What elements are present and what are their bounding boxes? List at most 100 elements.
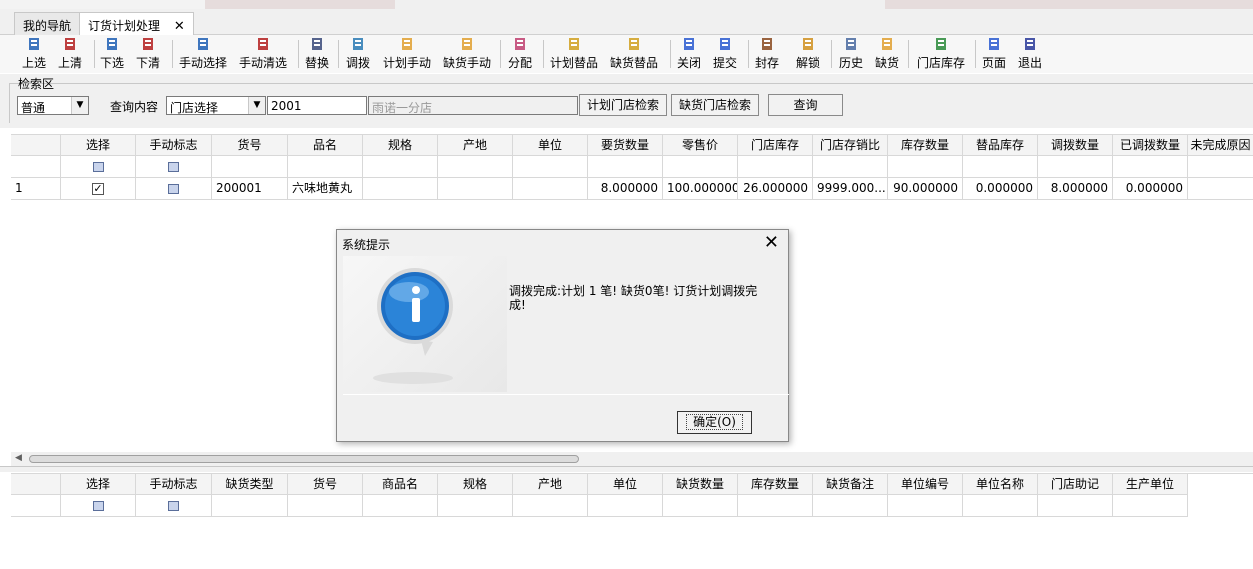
table-cell[interactable] xyxy=(136,178,212,200)
search-mode-value: 普通 xyxy=(21,101,46,115)
filter-row-cell xyxy=(11,495,61,517)
toolbar-button-0[interactable]: 上选 xyxy=(22,37,46,71)
column-header[interactable]: 缺货数量 xyxy=(663,474,738,495)
toolbar-button-4[interactable]: 手动选择 xyxy=(178,37,228,71)
column-header[interactable]: 已调拨数量 xyxy=(1113,135,1188,156)
toolbar-button-6[interactable]: 替换 xyxy=(305,37,329,71)
store-icon xyxy=(934,37,948,51)
list-clear-icon xyxy=(63,37,77,51)
toolbar-button-10[interactable]: 分配 xyxy=(507,37,533,71)
toolbar-button-1[interactable]: 上清 xyxy=(58,37,82,71)
toolbar-button-2[interactable]: 下选 xyxy=(100,37,124,71)
filter-row-cell[interactable] xyxy=(136,156,212,178)
column-header[interactable]: 货号 xyxy=(212,135,288,156)
column-header[interactable]: 缺货备注 xyxy=(813,474,888,495)
top-strip xyxy=(0,0,1253,9)
column-header[interactable]: 商品名 xyxy=(363,474,438,495)
column-header[interactable]: 单位编号 xyxy=(888,474,963,495)
toolbar-button-label: 历史 xyxy=(838,56,863,70)
query-button[interactable]: 查询 xyxy=(768,94,843,116)
column-header[interactable]: 门店助记 xyxy=(1038,474,1113,495)
toolbar-button-21[interactable]: 退出 xyxy=(1018,37,1042,71)
shortage-store-search-button[interactable]: 缺货门店检索 xyxy=(671,94,759,116)
toolbar-button-15[interactable]: 封存 xyxy=(754,37,780,71)
column-header[interactable]: 门店库存 xyxy=(738,135,813,156)
toolbar-button-19[interactable]: 门店库存 xyxy=(916,37,966,71)
column-header[interactable]: 库存数量 xyxy=(888,135,963,156)
toolbar-button-11[interactable]: 计划替品 xyxy=(549,37,599,71)
toolbar-button-9[interactable]: 缺货手动 xyxy=(442,37,492,71)
scrollbar-thumb[interactable] xyxy=(29,455,579,463)
toolbar-button-13[interactable]: 关闭 xyxy=(676,37,702,71)
scroll-left-icon[interactable]: ◀ xyxy=(15,453,22,463)
column-header[interactable]: 缺货类型 xyxy=(212,474,288,495)
list-clear-icon xyxy=(256,37,270,51)
filter-row-cell xyxy=(513,495,588,517)
column-header[interactable]: 单位 xyxy=(513,135,588,156)
dialog-close-icon[interactable]: ✕ xyxy=(764,232,779,253)
toolbar-button-17[interactable]: 历史 xyxy=(838,37,864,71)
column-header[interactable]: 要货数量 xyxy=(588,135,663,156)
column-header[interactable]: 单位 xyxy=(588,474,663,495)
filter-row-cell[interactable] xyxy=(61,495,136,517)
column-header[interactable]: 选择 xyxy=(61,474,136,495)
filter-checkbox-icon[interactable] xyxy=(92,500,104,511)
filter-checkbox-icon[interactable] xyxy=(92,161,104,172)
column-header[interactable]: 未完成原因 xyxy=(1188,135,1253,156)
column-header[interactable]: 替品库存 xyxy=(963,135,1038,156)
table-cell: 8.000000 xyxy=(588,178,663,200)
toolbar-button-16[interactable]: 解锁 xyxy=(795,37,821,71)
store-select[interactable]: 门店选择 ▼ xyxy=(166,96,266,115)
filter-row-cell xyxy=(1038,156,1113,178)
tab-order-plan[interactable]: 订货计划处理 ✕ xyxy=(79,12,194,36)
filter-row-cell[interactable] xyxy=(136,495,212,517)
filter-row-cell xyxy=(813,495,888,517)
toolbar-button-8[interactable]: 计划手动 xyxy=(382,37,432,71)
column-header[interactable]: 产地 xyxy=(438,135,513,156)
toolbar-button-3[interactable]: 下清 xyxy=(136,37,160,71)
filter-row-cell xyxy=(588,156,663,178)
store-code-input[interactable]: 2001 xyxy=(267,96,367,115)
column-header[interactable]: 零售价 xyxy=(663,135,738,156)
column-header[interactable]: 库存数量 xyxy=(738,474,813,495)
column-header[interactable]: 门店存销比 xyxy=(813,135,888,156)
filter-row-cell xyxy=(963,156,1038,178)
horizontal-scrollbar[interactable]: ◀ xyxy=(11,452,1253,466)
table-cell: 8.000000 xyxy=(1038,178,1113,200)
filter-row-cell xyxy=(212,495,288,517)
list-down-icon xyxy=(105,37,119,51)
column-header[interactable]: 规格 xyxy=(438,474,513,495)
ok-button[interactable]: 确定(O) xyxy=(677,411,752,434)
manual-flag-checkbox[interactable] xyxy=(168,183,179,194)
column-header[interactable]: 手动标志 xyxy=(136,135,212,156)
distribute-icon xyxy=(513,37,527,51)
filter-row-cell[interactable] xyxy=(61,156,136,178)
toolbar-button-7[interactable]: 调拨 xyxy=(345,37,371,71)
plan-store-search-button[interactable]: 计划门店检索 xyxy=(579,94,667,116)
toolbar-button-12[interactable]: 缺货替品 xyxy=(609,37,659,71)
toolbar-button-18[interactable]: 缺货 xyxy=(874,37,900,71)
column-header[interactable]: 规格 xyxy=(363,135,438,156)
column-header[interactable]: 选择 xyxy=(61,135,136,156)
column-header[interactable]: 生产单位 xyxy=(1113,474,1188,495)
column-header[interactable]: 手动标志 xyxy=(136,474,212,495)
column-header[interactable]: 货号 xyxy=(288,474,363,495)
tab-close-icon[interactable]: ✕ xyxy=(174,19,185,34)
column-header[interactable]: 产地 xyxy=(513,474,588,495)
column-header[interactable]: 调拨数量 xyxy=(1038,135,1113,156)
filter-checkbox-icon[interactable] xyxy=(168,500,179,511)
filter-row-cell xyxy=(513,156,588,178)
splitter[interactable] xyxy=(0,466,1253,472)
tab-my-navigation[interactable]: 我的导航 xyxy=(14,12,81,35)
toolbar-button-14[interactable]: 提交 xyxy=(712,37,738,71)
filter-row-cell xyxy=(813,156,888,178)
table-cell[interactable]: ✓ xyxy=(61,178,136,200)
toolbar-button-5[interactable]: 手动清选 xyxy=(238,37,288,71)
toolbar-button-label: 缺货手动 xyxy=(442,56,491,70)
filter-checkbox-icon[interactable] xyxy=(168,161,179,172)
row-select-checkbox[interactable]: ✓ xyxy=(92,182,104,195)
column-header[interactable]: 单位名称 xyxy=(963,474,1038,495)
toolbar-button-20[interactable]: 页面 xyxy=(982,37,1006,71)
column-header[interactable]: 品名 xyxy=(288,135,363,156)
search-mode-select[interactable]: 普通 ▼ xyxy=(17,96,89,115)
